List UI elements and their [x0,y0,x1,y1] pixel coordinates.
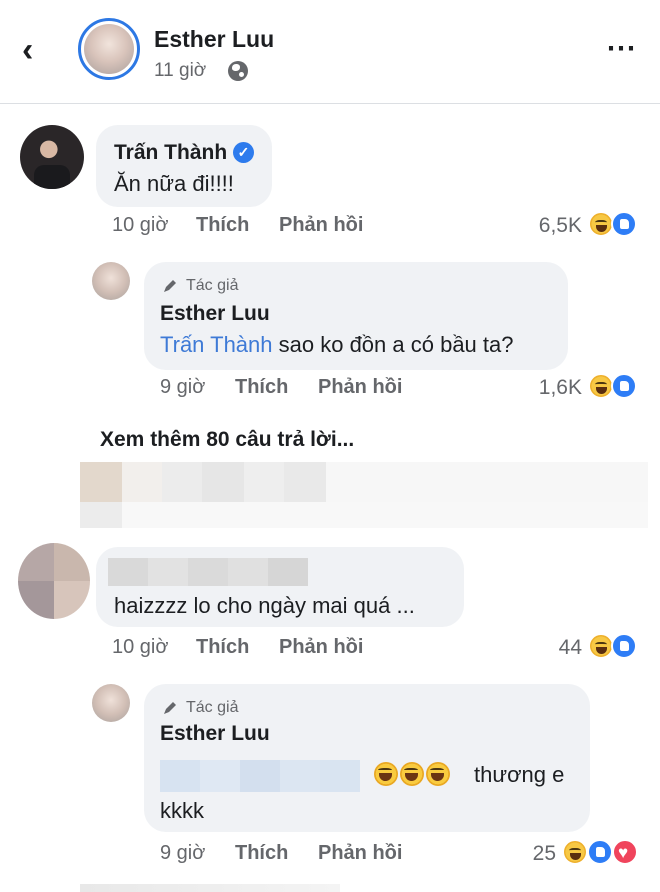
comment-text: haizzzz lo cho ngày mai quá ... [114,593,415,618]
like-button[interactable]: Thích [196,636,249,659]
laughing-emoji-icon [426,762,450,786]
blurred-mention [160,760,360,792]
verified-icon: ✓ [233,142,254,163]
like-button[interactable]: Thích [196,214,249,237]
like-reaction-icon [587,839,613,865]
like-reaction-icon [611,633,637,659]
like-reaction-icon [611,211,637,237]
globe-icon [228,61,248,81]
comment-bubble[interactable]: Trấn Thành Ăn nữa đi!!!! [96,125,272,207]
reply-bubble[interactable]: Tác giả Esther Luu Trấn Thành sao ko đồn… [144,262,568,370]
author-avatar[interactable] [92,684,130,722]
haha-reaction-icon [562,839,588,865]
reply-button[interactable]: Phản hồi [279,636,363,659]
reply-bubble[interactable]: Tác giả Esther Luu thương e kkkk [144,684,590,832]
back-icon[interactable]: ‹ [22,30,54,70]
blurred-content [80,884,340,892]
comment-author[interactable]: Esther Luu [160,302,270,326]
laughing-emoji-icon [374,762,398,786]
see-more-replies-link[interactable]: Xem thêm 80 câu trả lời... [100,428,354,452]
blurred-author-name [108,558,308,586]
comment-time: 9 giờ [160,376,206,398]
author-badge: Tác giả [186,277,239,294]
comment-body: sao ko đồn a có bầu ta? [278,332,514,357]
reply-button[interactable]: Phản hồi [279,214,363,237]
laughing-emoji-icon [400,762,424,786]
pen-icon [164,702,176,714]
reply-button[interactable]: Phản hồi [318,842,402,865]
reaction-count[interactable]: 1,6K [500,376,582,400]
comment-text: Ăn nữa đi!!!! [114,171,234,196]
comment-text: Trấn Thành sao ko đồn a có bầu ta? [160,332,514,358]
post-header: ‹ Esther Luu 11 giờ ⋯ [0,0,660,104]
commenter-avatar[interactable] [20,125,84,189]
post-time: 11 giờ [154,60,207,81]
page-avatar[interactable] [78,18,140,80]
comment-author[interactable]: Esther Luu [160,722,270,746]
comment-author[interactable]: Trấn Thành [114,141,227,165]
reply-button[interactable]: Phản hồi [318,376,402,399]
like-reaction-icon [611,373,637,399]
like-button[interactable]: Thích [235,376,288,399]
comment-time: 9 giờ [160,842,206,864]
love-reaction-icon [612,839,638,865]
author-avatar[interactable] [92,262,130,300]
comment-time: 10 giờ [112,636,169,658]
author-badge: Tác giả [186,699,239,716]
blurred-content [80,502,648,528]
comment-text: thương e [474,762,565,787]
mention-link[interactable]: Trấn Thành [160,332,273,357]
more-horizontal-icon[interactable]: ⋯ [606,34,640,64]
commenter-avatar[interactable] [18,543,90,619]
page-name[interactable]: Esther Luu [154,26,274,53]
blurred-content [80,462,648,502]
comment-time: 10 giờ [112,214,169,236]
reaction-count[interactable]: 44 [500,636,582,660]
comment-text-line2: kkkk [160,798,204,823]
like-button[interactable]: Thích [235,842,288,865]
pen-icon [164,280,176,292]
reaction-count[interactable]: 6,5K [500,214,582,238]
reaction-count[interactable]: 25 [470,842,556,866]
